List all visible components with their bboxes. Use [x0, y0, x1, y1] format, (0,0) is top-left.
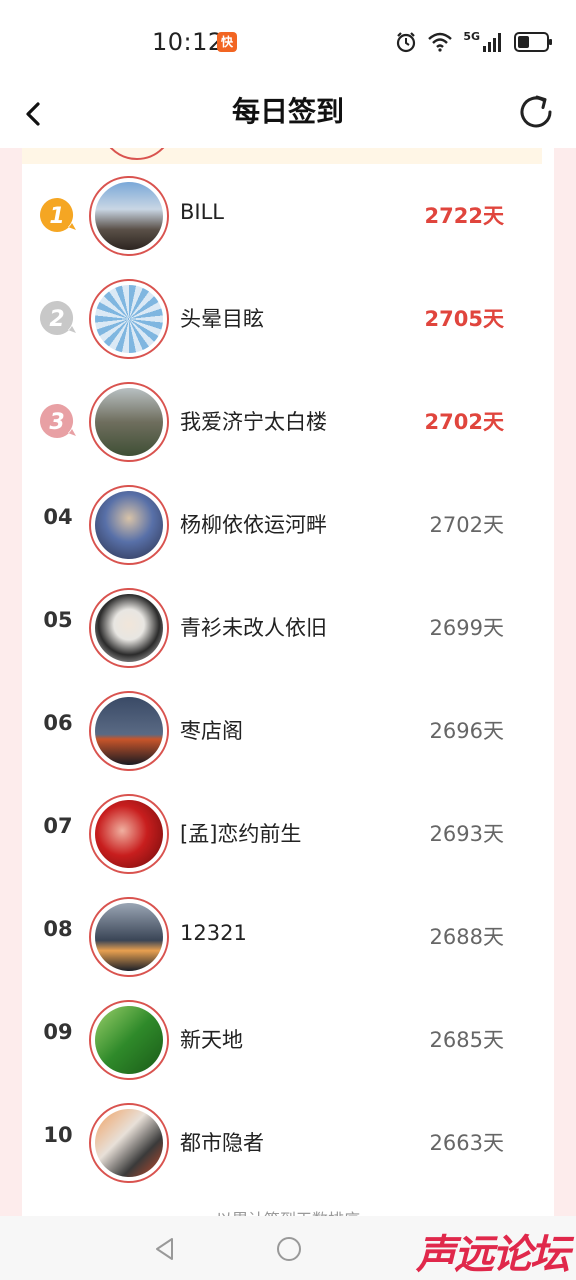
ranking-row[interactable]: 04 杨柳依依运河畔 2702天: [22, 473, 554, 576]
triangle-back-icon[interactable]: [150, 1234, 180, 1264]
status-bar: 10:12 快 5G: [0, 0, 576, 80]
avatar[interactable]: [89, 1000, 169, 1080]
checkin-days: 2699天: [429, 616, 504, 640]
ranking-row[interactable]: 08 12321 2688天: [22, 885, 554, 988]
system-nav-bar: 声远论坛: [0, 1216, 576, 1280]
medal-rank-text: 2: [49, 307, 64, 332]
rank-number: 07: [43, 814, 73, 838]
user-name[interactable]: [孟]恋约前生: [180, 818, 301, 848]
bronze-medal-icon: 3: [40, 403, 76, 438]
status-icons: 5G: [395, 30, 554, 54]
checkin-days: 2702天: [429, 513, 504, 537]
avatar[interactable]: [89, 794, 169, 874]
avatar-image: [95, 388, 163, 456]
rank-number: 04: [43, 505, 73, 529]
avatar[interactable]: [89, 897, 169, 977]
rank-number: 09: [43, 1020, 73, 1044]
avatar[interactable]: [89, 485, 169, 565]
rank-number: 10: [43, 1123, 73, 1147]
medal-rank-text: 1: [49, 204, 64, 229]
avatar[interactable]: [89, 691, 169, 771]
header: 每日签到: [0, 80, 576, 148]
avatar-image: [95, 697, 163, 765]
checkin-days: 2696天: [429, 719, 504, 743]
network-type: 5G: [463, 29, 480, 43]
checkin-days: 2705天: [424, 307, 504, 331]
user-name[interactable]: 12321: [180, 921, 247, 945]
wifi-icon: [428, 32, 453, 52]
circle-home-icon[interactable]: [274, 1234, 304, 1264]
avatar-image: [95, 800, 163, 868]
partial-avatar: [100, 148, 174, 160]
avatar-image: [95, 491, 163, 559]
gold-medal-icon: 1: [40, 197, 76, 232]
ranking-row[interactable]: 05 青衫未改人依旧 2699天: [22, 576, 554, 679]
alarm-icon: [397, 32, 416, 53]
avatar-image: [95, 903, 163, 971]
avatar[interactable]: [89, 588, 169, 668]
ranking-row[interactable]: 3 我爱济宁太白楼 2702天: [22, 370, 554, 473]
forum-watermark: 声远论坛: [416, 1232, 570, 1278]
ranking-row[interactable]: 07 [孟]恋约前生 2693天: [22, 782, 554, 885]
checkin-days: 2663天: [429, 1131, 504, 1155]
medal-rank-text: 3: [49, 410, 64, 435]
ranking-row[interactable]: 1 BILL 2722天: [22, 164, 554, 267]
refresh-icon[interactable]: [514, 90, 558, 134]
ranking-card: 1 BILL 2722天 2 头晕目眩 2705天 3 我爱济宁太白楼 2702…: [22, 148, 554, 1216]
user-name[interactable]: 头晕目眩: [180, 303, 264, 333]
avatar-image: [95, 285, 163, 353]
ranking-row[interactable]: 10 都市隐者 2663天: [22, 1091, 554, 1194]
page-title: 每日签到: [231, 95, 344, 128]
rank-number: 06: [43, 711, 73, 735]
checkin-days: 2685天: [429, 1028, 504, 1052]
status-time: 10:12: [152, 28, 224, 56]
checkin-days: 2702天: [424, 410, 504, 434]
signal-icon: [483, 33, 501, 52]
user-name[interactable]: 杨柳依依运河畔: [180, 509, 327, 539]
silver-medal-icon: 2: [40, 300, 76, 335]
rank-number: 05: [43, 608, 73, 632]
avatar[interactable]: [89, 1103, 169, 1183]
user-name[interactable]: 枣店阁: [180, 715, 243, 745]
battery-icon: [514, 32, 552, 52]
ranking-row[interactable]: 2 头晕目眩 2705天: [22, 267, 554, 370]
user-name[interactable]: 青衫未改人依旧: [180, 612, 327, 642]
avatar-image: [95, 1006, 163, 1074]
avatar-image: [95, 182, 163, 250]
card-top-strip: [22, 148, 542, 164]
user-name[interactable]: 我爱济宁太白楼: [180, 406, 327, 436]
user-name[interactable]: 新天地: [180, 1024, 243, 1054]
rank-number: 08: [43, 917, 73, 941]
ranking-row[interactable]: 09 新天地 2685天: [22, 988, 554, 1091]
avatar[interactable]: [89, 279, 169, 359]
footer-note: 以累计签到天数排序: [22, 1206, 554, 1216]
user-name[interactable]: BILL: [180, 200, 224, 224]
ranking-row[interactable]: 06 枣店阁 2696天: [22, 679, 554, 782]
checkin-days: 2722天: [424, 204, 504, 228]
avatar-image: [95, 594, 163, 662]
checkin-days: 2688天: [429, 925, 504, 949]
checkin-days: 2693天: [429, 822, 504, 846]
avatar[interactable]: [89, 176, 169, 256]
app-badge-icon: 快: [217, 32, 237, 52]
avatar-image: [95, 1109, 163, 1177]
avatar[interactable]: [89, 382, 169, 462]
user-name[interactable]: 都市隐者: [180, 1127, 264, 1157]
